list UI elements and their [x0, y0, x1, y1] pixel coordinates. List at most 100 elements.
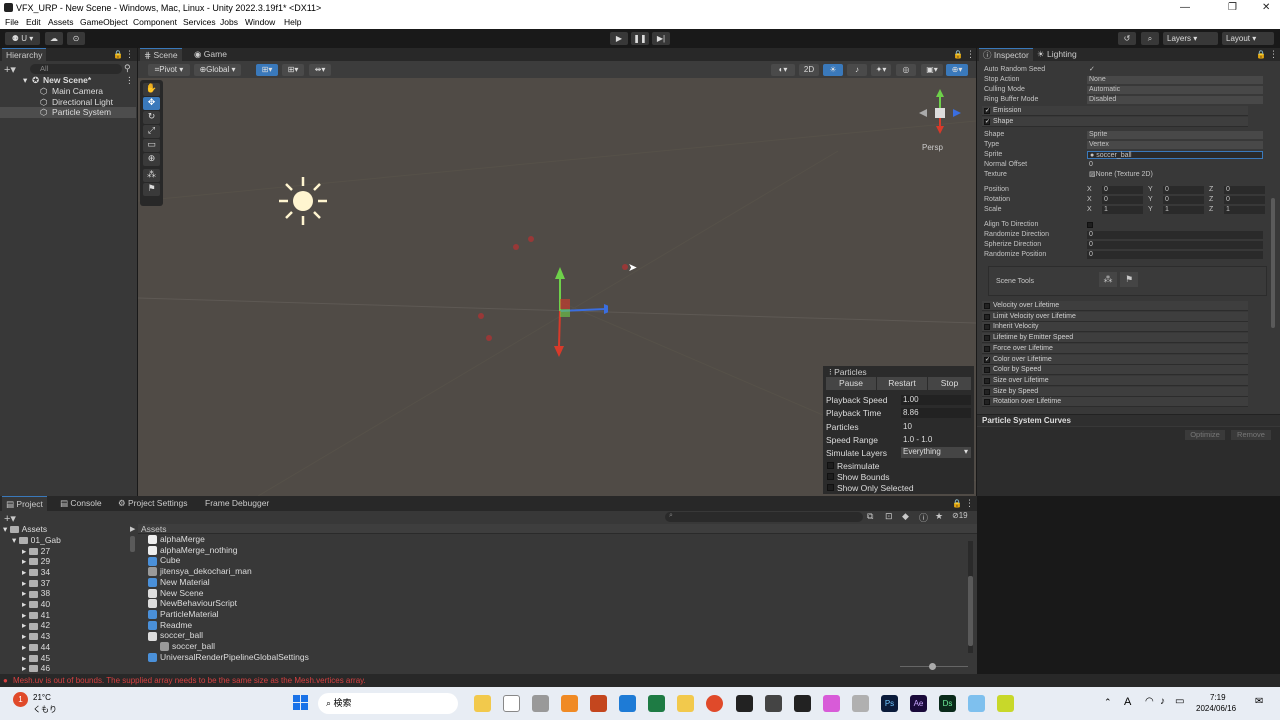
transform-field[interactable]: 0 — [1102, 196, 1143, 204]
curves-header[interactable]: Particle System Curves — [977, 414, 1280, 426]
chrome-icon[interactable] — [706, 695, 723, 712]
particle-edit-icon[interactable]: ⁂ — [1099, 272, 1117, 287]
tab-scene[interactable]: ⋕ Scene — [140, 48, 182, 61]
menu-help[interactable]: Help — [284, 17, 301, 27]
status-error-message[interactable]: Mesh.uv is out of bounds. The supplied a… — [13, 676, 366, 685]
randomize-position-field[interactable]: 0 — [1087, 251, 1263, 259]
app-icon[interactable]: Ds — [939, 695, 956, 712]
module-checkbox[interactable] — [984, 377, 990, 384]
menu-edit[interactable]: Edit — [26, 17, 41, 27]
lighting-toggle-icon[interactable]: ☀ — [823, 64, 843, 76]
tree-assets[interactable]: ▾ Assets — [3, 524, 47, 535]
hierarchy-item-selected[interactable]: ⬡ Particle System — [0, 107, 136, 118]
battery-icon[interactable]: ▭ — [1175, 696, 1184, 707]
asset-item[interactable]: ParticleMaterial — [148, 609, 219, 620]
app-icon[interactable] — [823, 695, 840, 712]
tab-game[interactable]: ◉ Game — [190, 48, 231, 61]
stop-action-dropdown[interactable]: None — [1087, 76, 1263, 84]
folder-icon[interactable] — [677, 695, 694, 712]
tab-project-settings[interactable]: ⚙ Project Settings — [114, 496, 192, 511]
module-row[interactable]: Limit Velocity over Lifetime — [982, 311, 1248, 322]
weather-icon[interactable]: 1 — [13, 692, 28, 707]
menu-component[interactable]: Component — [133, 17, 177, 27]
icon-size-slider-thumb[interactable] — [929, 663, 936, 670]
app-icon[interactable] — [997, 695, 1014, 712]
audio-toggle-icon[interactable]: ♪ — [847, 64, 867, 76]
unity-icon[interactable] — [736, 695, 753, 712]
module-checkbox[interactable] — [984, 303, 990, 309]
hidden-objects-icon[interactable]: ◎ — [896, 64, 916, 76]
transform-field[interactable]: 0 — [1224, 196, 1265, 204]
app-icon[interactable] — [794, 695, 811, 712]
sprite-field[interactable]: ● soccer_ball — [1087, 151, 1263, 159]
module-shape[interactable]: ✓ Shape — [982, 117, 1248, 127]
type-dropdown[interactable]: Vertex — [1087, 141, 1263, 149]
shape-dropdown[interactable]: Sprite — [1087, 131, 1263, 139]
layers-dropdown[interactable]: Layers ▾ — [1163, 32, 1218, 45]
weather-temp[interactable]: 21°C — [33, 693, 51, 702]
auto-random-seed-checkbox[interactable]: ✓ — [1087, 66, 1095, 74]
texture-field[interactable]: ▨None (Texture 2D) — [1087, 171, 1263, 179]
app-icon[interactable] — [532, 695, 549, 712]
asset-item[interactable]: New Scene — [148, 588, 203, 599]
tree-scrollbar[interactable] — [130, 536, 135, 552]
transform-field[interactable]: 0 — [1163, 196, 1204, 204]
lock-icon[interactable]: 🔒 — [113, 50, 123, 59]
spherize-direction-field[interactable]: 0 — [1087, 241, 1263, 249]
move-tool-icon[interactable]: ✥ — [143, 97, 160, 110]
tree-folder[interactable]: ▸ 44 — [22, 642, 50, 653]
tree-folder[interactable]: ▸ 45 — [22, 653, 50, 664]
move-gizmo[interactable] — [518, 261, 608, 371]
module-row[interactable]: Size over Lifetime — [982, 375, 1248, 386]
module-checkbox[interactable]: ✓ — [984, 356, 990, 363]
shading-mode-icon[interactable]: ◐▾ — [771, 64, 795, 76]
inspector-more-icon[interactable]: ⋮ — [1269, 49, 1278, 60]
transform-field[interactable]: 1 — [1102, 206, 1143, 214]
blender-icon[interactable] — [561, 695, 578, 712]
show-bounds-checkbox[interactable] — [827, 473, 834, 480]
tab-lighting[interactable]: ☀ Lighting — [1033, 48, 1081, 61]
weather-desc[interactable]: くもり — [33, 704, 57, 715]
transform-field[interactable]: 1 — [1163, 206, 1204, 214]
notification-icon[interactable]: ✉ — [1255, 696, 1263, 707]
asset-item[interactable]: soccer_ball — [160, 641, 215, 652]
restart-particles-button[interactable]: Restart — [877, 377, 927, 390]
tab-project[interactable]: ▤ Project — [2, 496, 47, 511]
status-bar[interactable]: ● Mesh.uv is out of bounds. The supplied… — [0, 674, 1280, 687]
tree-01gab[interactable]: ▾ 01_Gab — [12, 535, 61, 546]
ring-buffer-dropdown[interactable]: Disabled — [1087, 96, 1263, 104]
scene-more-icon[interactable]: ⋮ — [125, 75, 134, 86]
hierarchy-item[interactable]: ⬡ Directional Light — [0, 97, 136, 108]
module-row[interactable]: Color by Speed — [982, 365, 1248, 376]
persp-label[interactable]: Persp — [922, 143, 943, 152]
after-effects-icon[interactable]: Ae — [910, 695, 927, 712]
project-more-icon[interactable]: ⋮ — [965, 498, 974, 509]
collapse-arrow-icon[interactable]: ▶ — [130, 525, 135, 533]
tab-frame-debugger[interactable]: Frame Debugger — [201, 496, 273, 511]
app-icon[interactable] — [852, 695, 869, 712]
app-icon[interactable] — [968, 695, 985, 712]
pivot-dropdown[interactable]: ⌗Pivot ▾ — [148, 64, 190, 76]
transform-field[interactable]: 0 — [1102, 186, 1143, 194]
asset-item[interactable]: jitensya_dekochari_man — [148, 566, 252, 577]
account-button[interactable]: ⚉ U ▾ — [5, 32, 40, 45]
orientation-gizmo[interactable] — [916, 86, 966, 146]
pause-button[interactable]: ❚❚ — [631, 32, 649, 45]
bounds-edit-icon[interactable]: ⚑ — [1120, 272, 1138, 287]
cloud-icon[interactable]: ☁ — [45, 32, 63, 45]
app-icon[interactable] — [590, 695, 607, 712]
asset-item[interactable]: UniversalRenderPipelineGlobalSettings — [148, 652, 309, 663]
scene-more-icon[interactable]: ⋮ — [966, 49, 975, 60]
tree-folder[interactable]: ▸ 34 — [22, 567, 50, 578]
tree-folder[interactable]: ▸ 46 — [22, 663, 50, 674]
tree-folder[interactable]: ▸ 43 — [22, 631, 50, 642]
ime-indicator[interactable]: A — [1124, 696, 1131, 708]
favorite-icon[interactable]: ★ — [935, 511, 943, 522]
asset-item[interactable]: alphaMerge — [148, 534, 205, 545]
more-icon[interactable]: ⋮ — [125, 49, 134, 60]
module-row[interactable]: Velocity over Lifetime — [982, 301, 1248, 311]
file-explorer-icon[interactable] — [474, 695, 491, 712]
filter-type-icon[interactable]: ⧉ — [867, 511, 873, 522]
module-checkbox[interactable] — [984, 367, 990, 374]
close-button[interactable]: ✕ — [1262, 2, 1270, 13]
